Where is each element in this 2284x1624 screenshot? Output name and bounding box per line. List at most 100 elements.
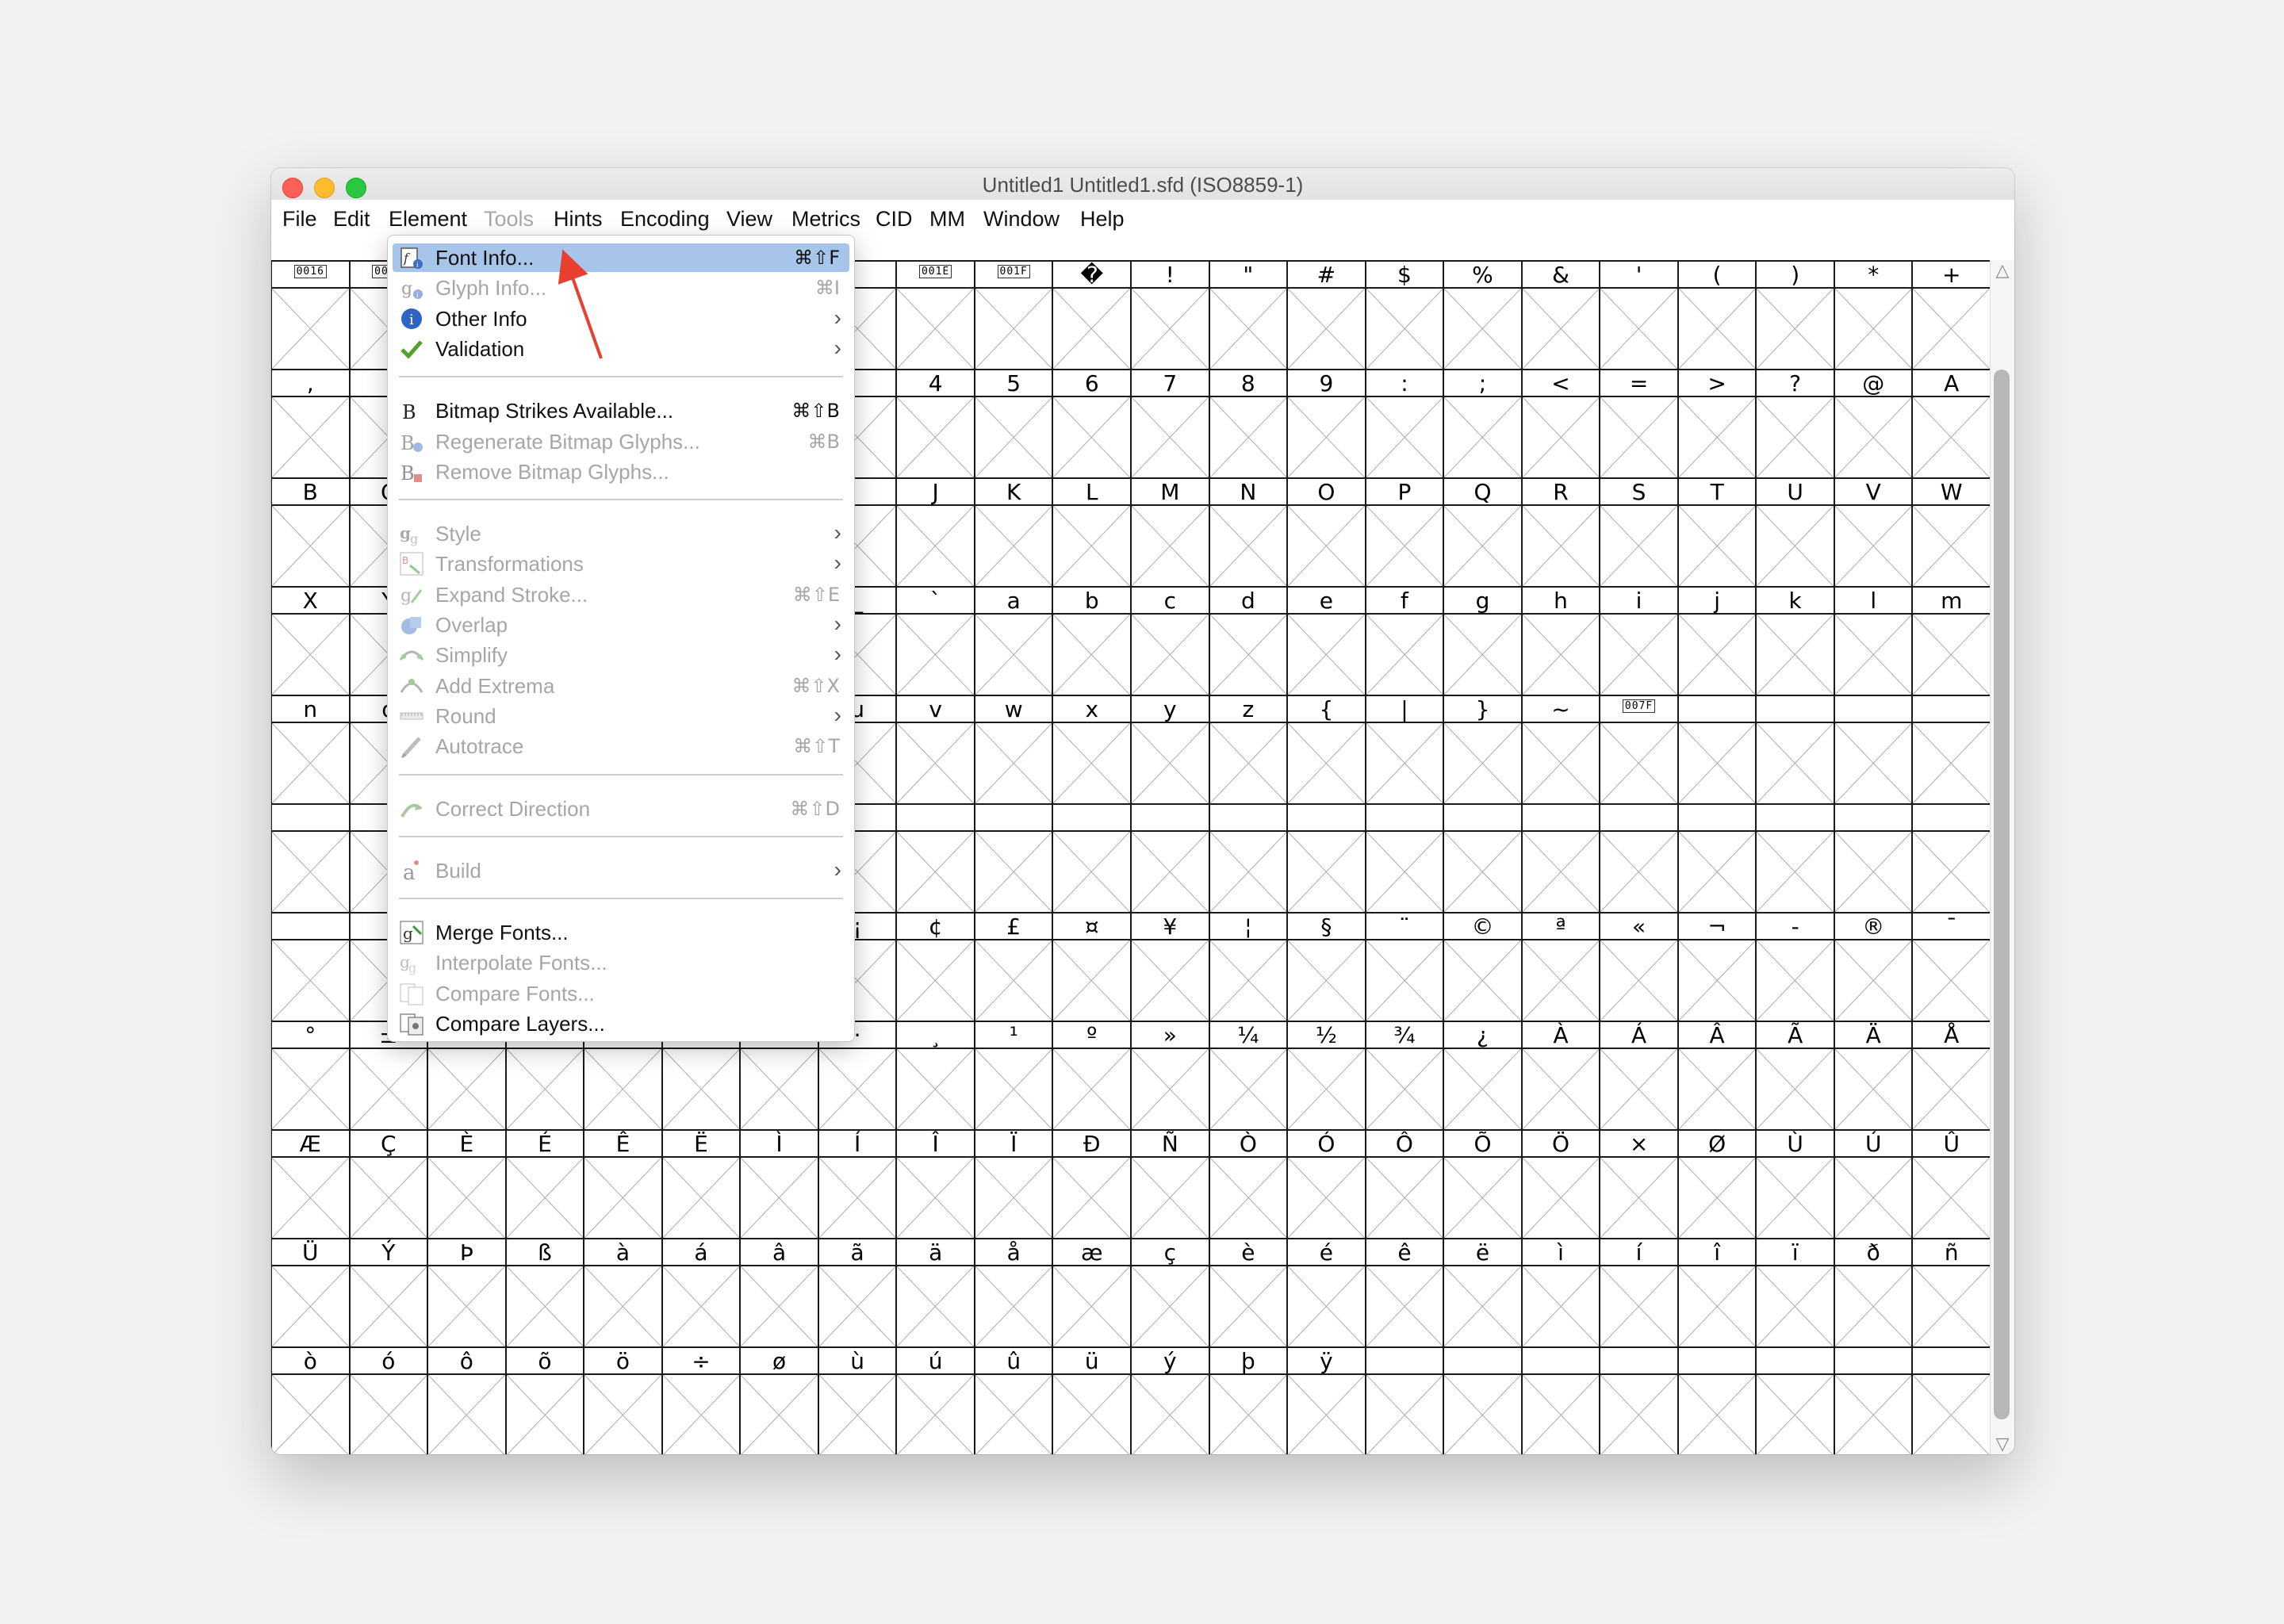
glyph-cell[interactable]: Ô — [1366, 1131, 1445, 1239]
glyph-cell[interactable]: è — [1209, 1239, 1289, 1348]
glyph-cell[interactable]: ã — [818, 1239, 898, 1348]
glyph-cell[interactable] — [1288, 805, 1366, 914]
menu-hints[interactable]: Hints — [554, 206, 603, 232]
glyph-cell[interactable]: ê — [1366, 1239, 1445, 1348]
title-bar[interactable]: Untitled1 Untitled1.sfd (ISO8859-1) — [271, 168, 2014, 201]
glyph-cell[interactable]: a — [975, 588, 1054, 696]
glyph-cell[interactable]: ¹ — [975, 1022, 1054, 1131]
glyph-cell[interactable]: « — [1600, 914, 1679, 1022]
glyph-cell[interactable]: Å — [1913, 1022, 1991, 1131]
glyph-cell[interactable]: L — [1053, 479, 1132, 588]
glyph-cell[interactable]: ¦ — [1209, 914, 1289, 1022]
glyph-cell[interactable]: 001E — [897, 262, 975, 370]
glyph-cell[interactable] — [1522, 805, 1601, 914]
glyph-cell[interactable]: õ — [506, 1348, 585, 1454]
glyph-cell[interactable]: 5 — [975, 370, 1054, 479]
glyph-cell[interactable]: P — [1366, 479, 1445, 588]
glyph-cell[interactable]: d — [1209, 588, 1289, 696]
glyph-cell[interactable]: Æ — [272, 1131, 351, 1239]
glyph-cell[interactable]: » — [1132, 1022, 1210, 1131]
glyph-cell[interactable]: z — [1209, 696, 1289, 805]
glyph-cell[interactable] — [1132, 805, 1210, 914]
glyph-cell[interactable]: Û — [1913, 1131, 1991, 1239]
glyph-cell[interactable]: Ö — [1522, 1131, 1601, 1239]
glyph-cell[interactable]: § — [1288, 914, 1366, 1022]
glyph-cell[interactable]: Ä — [1834, 1022, 1914, 1131]
glyph-cell[interactable] — [1444, 805, 1523, 914]
glyph-cell[interactable]: > — [1678, 370, 1757, 479]
glyph-cell[interactable]: ò — [272, 1348, 351, 1454]
glyph-cell[interactable]: Þ — [428, 1239, 507, 1348]
glyph-cell[interactable]: ° — [272, 1022, 351, 1131]
glyph-cell[interactable]: ç — [1132, 1239, 1210, 1348]
glyph-cell[interactable]: É — [506, 1131, 585, 1239]
vertical-scrollbar[interactable]: △ ▽ — [1990, 260, 2014, 1454]
glyph-cell[interactable]: = — [1600, 370, 1679, 479]
menu-metrics[interactable]: Metrics — [791, 206, 860, 232]
glyph-cell[interactable] — [272, 805, 351, 914]
glyph-cell[interactable] — [272, 914, 351, 1022]
menu-view[interactable]: View — [726, 206, 772, 232]
glyph-cell[interactable]: Ò — [1209, 1131, 1289, 1239]
glyph-cell[interactable] — [1444, 1348, 1523, 1454]
menu-help[interactable]: Help — [1080, 206, 1125, 232]
glyph-cell[interactable] — [1209, 805, 1289, 914]
glyph-cell[interactable] — [1913, 696, 1991, 805]
glyph-cell[interactable]: + — [1913, 262, 1991, 370]
glyph-cell[interactable]: ¬ — [1678, 914, 1757, 1022]
glyph-cell[interactable]: % — [1444, 262, 1523, 370]
menu-item-bitmap-strikes-available[interactable]: B Bitmap Strikes Available... ⌘⇧B — [393, 396, 849, 425]
glyph-cell[interactable]: Ã — [1757, 1022, 1835, 1131]
glyph-cell[interactable] — [1834, 805, 1914, 914]
glyph-cell[interactable]: Ç — [350, 1131, 429, 1239]
glyph-cell[interactable]: ¿ — [1444, 1022, 1523, 1131]
glyph-cell[interactable]: © — [1444, 914, 1523, 1022]
scroll-down-arrow-icon[interactable]: ▽ — [1991, 1434, 2014, 1454]
glyph-cell[interactable]: Ü — [272, 1239, 351, 1348]
glyph-cell[interactable]: ¥ — [1132, 914, 1210, 1022]
glyph-cell[interactable]: i — [1600, 588, 1679, 696]
scroll-up-arrow-icon[interactable]: △ — [1991, 260, 2014, 281]
glyph-cell[interactable]: Í — [818, 1131, 898, 1239]
glyph-cell[interactable]: ~ — [1522, 696, 1601, 805]
glyph-cell[interactable]: @ — [1834, 370, 1914, 479]
glyph-cell[interactable]: T — [1678, 479, 1757, 588]
glyph-cell[interactable] — [1678, 805, 1757, 914]
glyph-cell[interactable]: v — [897, 696, 975, 805]
glyph-cell[interactable]: é — [1288, 1239, 1366, 1348]
glyph-cell[interactable]: U — [1757, 479, 1835, 588]
glyph-cell[interactable] — [897, 805, 975, 914]
glyph-cell[interactable]: ¤ — [1053, 914, 1132, 1022]
glyph-cell[interactable]: Õ — [1444, 1131, 1523, 1239]
glyph-cell[interactable]: ; — [1444, 370, 1523, 479]
glyph-cell[interactable]: À — [1522, 1022, 1601, 1131]
menu-tools[interactable]: Tools — [484, 206, 534, 232]
glyph-cell[interactable]: # — [1288, 262, 1366, 370]
glyph-cell[interactable]: ¾ — [1366, 1022, 1445, 1131]
glyph-cell[interactable]: Ê — [584, 1131, 663, 1239]
glyph-cell[interactable]: ¢ — [897, 914, 975, 1022]
menu-item-other-info[interactable]: i Other Info › — [393, 304, 849, 333]
menu-cid[interactable]: CID — [876, 206, 913, 232]
glyph-cell[interactable]: ð — [1834, 1239, 1914, 1348]
glyph-cell[interactable]: 001F — [975, 262, 1054, 370]
glyph-cell[interactable]: O — [1288, 479, 1366, 588]
glyph-cell[interactable]: e — [1288, 588, 1366, 696]
glyph-cell[interactable]: ¨ — [1366, 914, 1445, 1022]
glyph-cell[interactable]: Â — [1678, 1022, 1757, 1131]
glyph-cell[interactable] — [1913, 805, 1991, 914]
glyph-cell[interactable]: � — [1053, 262, 1132, 370]
menu-item-merge-fonts[interactable]: g Merge Fonts... — [393, 918, 849, 947]
glyph-cell[interactable]: $ — [1366, 262, 1445, 370]
glyph-cell[interactable]: º — [1053, 1022, 1132, 1131]
glyph-cell[interactable]: m — [1913, 588, 1991, 696]
glyph-cell[interactable]: ! — [1132, 262, 1210, 370]
glyph-cell[interactable]: Ï — [975, 1131, 1054, 1239]
glyph-cell[interactable]: Ø — [1678, 1131, 1757, 1239]
menu-edit[interactable]: Edit — [333, 206, 370, 232]
glyph-cell[interactable]: n — [272, 696, 351, 805]
glyph-cell[interactable] — [1757, 1348, 1835, 1454]
glyph-cell[interactable]: 9 — [1288, 370, 1366, 479]
glyph-cell[interactable]: ß — [506, 1239, 585, 1348]
glyph-cell[interactable]: ? — [1757, 370, 1835, 479]
